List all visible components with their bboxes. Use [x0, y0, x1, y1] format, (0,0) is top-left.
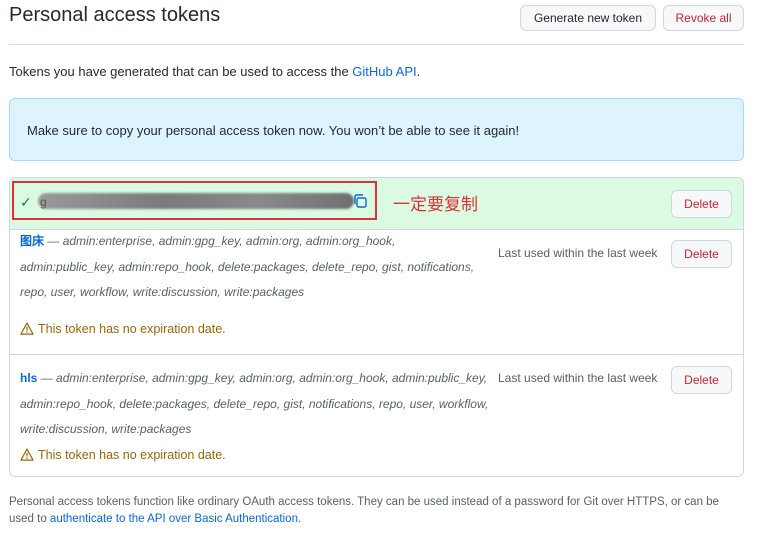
token-name-link[interactable]: hls: [20, 371, 37, 385]
intro-text: Tokens you have generated that can be us…: [9, 64, 420, 79]
warning-text: This token has no expiration date.: [38, 448, 226, 462]
annotation-text: 一定要复制: [393, 195, 478, 214]
delete-token-button[interactable]: Delete: [671, 366, 732, 394]
token-dash: —: [44, 234, 63, 248]
alert-icon: [20, 322, 34, 335]
page-title: Personal access tokens: [9, 4, 221, 26]
generate-new-token-button[interactable]: Generate new token: [520, 5, 656, 31]
token-scopes-block: hls — admin:enterprise, admin:gpg_key, a…: [20, 366, 490, 443]
intro-copy: Tokens you have generated that can be us…: [9, 64, 353, 79]
warning-text: This token has no expiration date.: [38, 322, 226, 336]
intro-after: .: [416, 64, 421, 79]
token-name-link[interactable]: 图床: [20, 234, 44, 248]
tokens-page: Personal access tokens Generate new toke…: [9, 0, 744, 525]
delete-token-button[interactable]: Delete: [671, 240, 732, 268]
last-used-text: Last used within the last week: [498, 371, 658, 385]
token-scopes: admin:enterprise, admin:gpg_key, admin:o…: [20, 234, 475, 299]
delete-new-token-button[interactable]: Delete: [671, 190, 732, 218]
copy-token-flash: Make sure to copy your personal access t…: [9, 98, 744, 161]
token-list: ✓ g 一定要复制 Delete 图床 — admin:enterprise, …: [9, 177, 744, 477]
page-header: Personal access tokens Generate new toke…: [9, 0, 744, 45]
footer-after: .: [297, 513, 302, 525]
token-row: 图床 — admin:enterprise, admin:gpg_key, ad…: [10, 230, 743, 355]
expiration-warning: This token has no expiration date.: [20, 448, 226, 462]
last-used-text: Last used within the last week: [498, 246, 658, 260]
new-token-row: ✓ g 一定要复制 Delete: [10, 178, 743, 230]
alert-icon: [20, 448, 34, 461]
annotation-highlight-box: [12, 181, 377, 220]
basic-auth-link[interactable]: authenticate to the API over Basic Authe…: [50, 513, 298, 525]
token-row: hls — admin:enterprise, admin:gpg_key, a…: [10, 355, 743, 476]
footer-note: Personal access tokens function like ord…: [9, 494, 744, 528]
revoke-all-button[interactable]: Revoke all: [663, 5, 744, 31]
token-scopes-block: 图床 — admin:enterprise, admin:gpg_key, ad…: [20, 229, 490, 306]
github-api-link[interactable]: GitHub API: [352, 64, 416, 79]
token-scopes: admin:enterprise, admin:gpg_key, admin:o…: [20, 371, 489, 436]
token-dash: —: [37, 371, 57, 385]
expiration-warning: This token has no expiration date.: [20, 322, 226, 336]
